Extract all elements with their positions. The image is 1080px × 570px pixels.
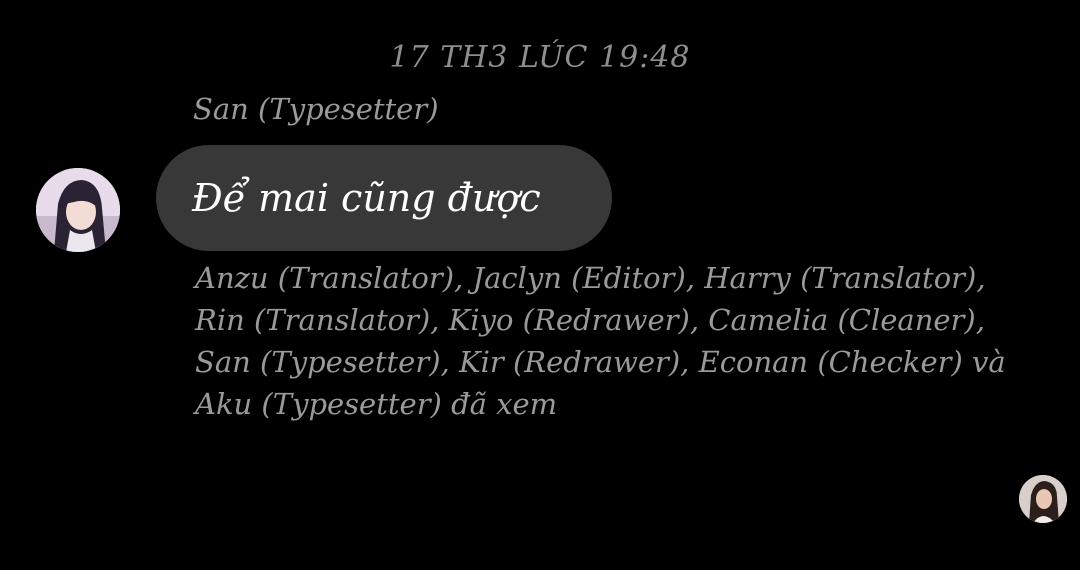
user-avatar-photo-icon <box>1019 475 1067 523</box>
message-bubble[interactable]: Để mai cũng được <box>156 145 612 251</box>
sender-avatar[interactable] <box>36 168 120 252</box>
read-receipt-avatar[interactable] <box>1019 475 1067 523</box>
user-avatar-icon <box>36 168 120 252</box>
sender-name: San (Typesetter) <box>193 92 439 126</box>
message-text: Để mai cũng được <box>192 176 541 220</box>
message-timestamp: 17 TH3 LÚC 19:48 <box>389 40 691 75</box>
seen-by-text[interactable]: Anzu (Translator), Jaclyn (Editor), Harr… <box>195 257 1025 425</box>
